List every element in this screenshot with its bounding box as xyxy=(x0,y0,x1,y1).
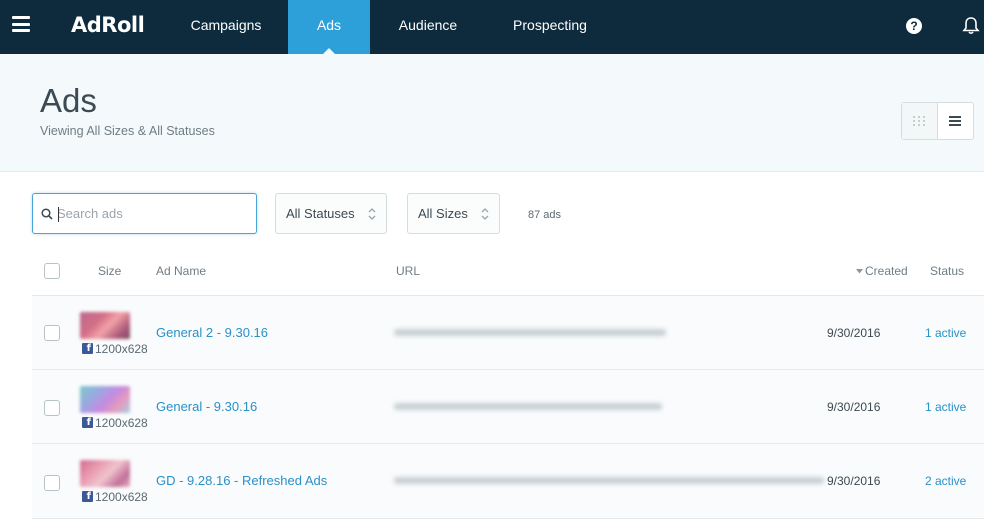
ad-thumbnail[interactable] xyxy=(80,460,130,487)
facebook-icon: f xyxy=(82,491,93,502)
ad-status-link[interactable]: 1 active xyxy=(925,400,966,414)
table-row[interactable]: f 1200x628 General - 9.30.16 9/30/2016 1… xyxy=(32,369,984,443)
select-all-checkbox[interactable] xyxy=(44,263,60,279)
view-toggle xyxy=(901,102,974,140)
column-header-ad-name[interactable]: Ad Name xyxy=(156,264,206,278)
list-icon xyxy=(949,116,962,126)
grid-icon xyxy=(913,116,926,126)
column-header-size[interactable]: Size xyxy=(98,264,121,278)
row-checkbox[interactable] xyxy=(44,325,60,341)
nav-item-ads[interactable]: Ads xyxy=(288,0,370,54)
nav-item-campaigns[interactable]: Campaigns xyxy=(176,0,276,54)
column-header-url[interactable]: URL xyxy=(396,264,420,278)
column-header-status[interactable]: Status xyxy=(930,264,964,278)
status-select-value: All Statuses xyxy=(286,206,355,221)
text-cursor xyxy=(58,207,59,222)
updown-chevron-icon xyxy=(368,208,376,220)
status-select[interactable]: All Statuses xyxy=(275,193,387,234)
ad-name-link[interactable]: General 2 - 9.30.16 xyxy=(156,325,268,340)
page-subtitle: Viewing All Sizes & All Statuses xyxy=(40,124,215,138)
table-row[interactable]: f 1200x628 GD - 9.28.16 - Refreshed Ads … xyxy=(32,443,984,517)
updown-chevron-icon xyxy=(481,208,489,220)
ad-name-link[interactable]: General - 9.30.16 xyxy=(156,399,257,414)
table-divider xyxy=(32,518,984,519)
nav-item-audience[interactable]: Audience xyxy=(384,0,472,54)
ad-url-link[interactable] xyxy=(394,477,824,484)
help-icon[interactable]: ? xyxy=(906,18,922,34)
hamburger-menu-icon[interactable] xyxy=(12,16,30,32)
ad-created-date: 9/30/2016 xyxy=(827,326,881,340)
search-box xyxy=(32,193,257,234)
ad-thumbnail[interactable] xyxy=(80,312,130,339)
grid-view-button[interactable] xyxy=(902,103,938,139)
size-select[interactable]: All Sizes xyxy=(407,193,500,234)
ad-size: 1200x628 xyxy=(95,342,148,356)
facebook-icon: f xyxy=(82,417,93,428)
top-nav: AdRoll Campaigns Ads Audience Prospectin… xyxy=(0,0,984,54)
adroll-logo[interactable]: AdRoll xyxy=(71,13,145,37)
ad-url-link[interactable] xyxy=(394,403,662,410)
ad-size: 1200x628 xyxy=(95,490,148,504)
page-header: Ads Viewing All Sizes & All Statuses xyxy=(0,54,984,172)
size-select-value: All Sizes xyxy=(418,206,468,221)
page-title: Ads xyxy=(40,82,97,119)
ad-thumbnail[interactable] xyxy=(80,386,130,413)
ad-status-link[interactable]: 1 active xyxy=(925,326,966,340)
ad-status-link[interactable]: 2 active xyxy=(925,474,966,488)
column-header-created-label: Created xyxy=(865,264,908,278)
row-checkbox[interactable] xyxy=(44,400,60,416)
notifications-bell-icon[interactable] xyxy=(961,16,981,36)
column-header-created[interactable]: Created xyxy=(856,264,908,278)
row-checkbox[interactable] xyxy=(44,475,60,491)
search-icon xyxy=(41,208,53,220)
list-view-button[interactable] xyxy=(938,103,974,139)
table-row[interactable]: f 1200x628 General 2 - 9.30.16 9/30/2016… xyxy=(32,295,984,369)
sort-descending-icon xyxy=(856,269,863,274)
ad-name-link[interactable]: GD - 9.28.16 - Refreshed Ads xyxy=(156,473,327,488)
search-input[interactable] xyxy=(57,194,252,233)
ad-count: 87 ads xyxy=(528,209,562,221)
ad-url-link[interactable] xyxy=(394,329,666,336)
ad-created-date: 9/30/2016 xyxy=(827,400,881,414)
ad-created-date: 9/30/2016 xyxy=(827,474,881,488)
nav-item-prospecting[interactable]: Prospecting xyxy=(500,0,600,54)
ad-size: 1200x628 xyxy=(95,416,148,430)
facebook-icon: f xyxy=(82,343,93,354)
